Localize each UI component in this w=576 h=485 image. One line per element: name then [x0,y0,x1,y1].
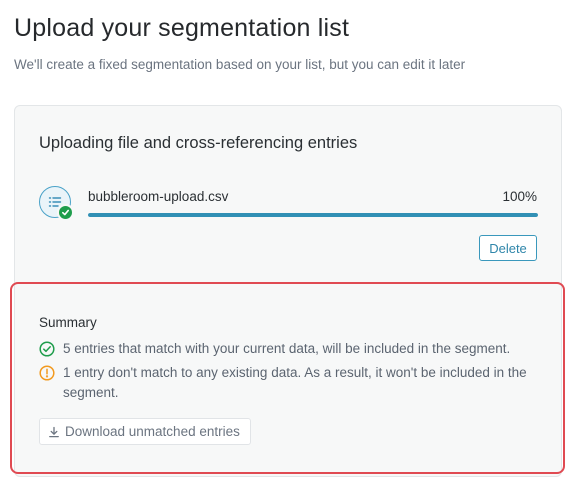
page-title: Upload your segmentation list [14,14,350,42]
matched-entries-line: 5 entries that match with your current d… [39,339,539,359]
download-unmatched-button[interactable]: Download unmatched entries [39,418,251,445]
summary-title: Summary [39,315,97,330]
progress-bar [88,213,538,217]
file-name: bubbleroom-upload.csv [88,189,229,204]
matched-entries-text: 5 entries that match with your current d… [63,341,511,356]
delete-button[interactable]: Delete [479,235,537,261]
unmatched-entries-text: 1 entry don't match to any existing data… [63,365,527,400]
check-circle-icon [39,341,55,357]
page-subtitle: We'll create a fixed segmentation based … [14,57,466,72]
download-unmatched-label: Download unmatched entries [65,424,240,439]
progress-fill [88,213,538,217]
download-icon [49,426,59,437]
upload-card-title: Uploading file and cross-referencing ent… [39,134,358,152]
progress-percent: 100% [502,189,537,204]
check-badge-icon [57,204,74,221]
unmatched-entries-line: 1 entry don't match to any existing data… [39,363,539,403]
warning-circle-icon [39,365,55,381]
